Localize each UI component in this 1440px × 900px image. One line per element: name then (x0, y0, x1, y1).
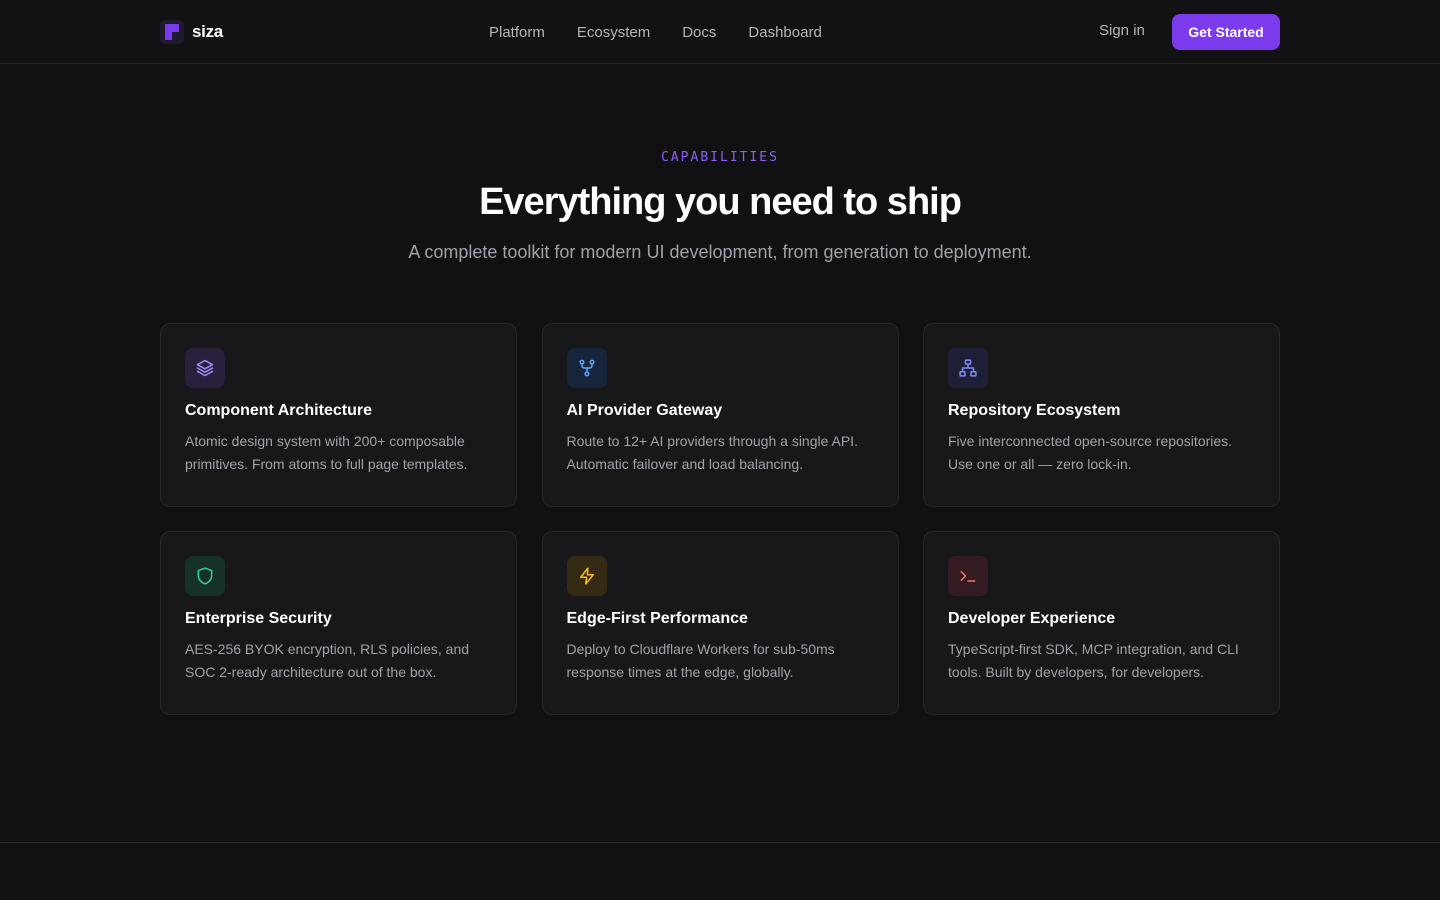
feature-title: AI Provider Gateway (566, 402, 723, 419)
feature-card-ai-provider-gateway: AI Provider Gateway Route to 12+ AI prov… (541, 323, 899, 507)
brand-name: siza (192, 22, 223, 41)
feature-title: Edge-First Performance (566, 610, 748, 627)
feature-description: TypeScript-first SDK, MCP integration, a… (948, 641, 1239, 680)
feature-card-repository-ecosystem: Repository Ecosystem Five interconnected… (923, 323, 1280, 507)
feature-card-edge-first-performance: Edge-First Performance Deploy to Cloudfl… (541, 531, 899, 715)
feature-description: Five interconnected open-source reposito… (948, 433, 1233, 472)
feature-description: AES-256 BYOK encryption, RLS policies, a… (185, 641, 470, 680)
feature-title: Repository Ecosystem (948, 402, 1121, 419)
feature-title: Component Architecture (185, 402, 372, 419)
logo-mark-icon (160, 20, 184, 44)
feature-card-component-architecture: Component Architecture Atomic design sys… (160, 323, 517, 507)
zap-icon (566, 556, 607, 596)
section-divider (0, 842, 1440, 843)
feature-grid: Component Architecture Atomic design sys… (160, 323, 1280, 715)
feature-title: Enterprise Security (185, 610, 332, 627)
layers-icon (185, 348, 225, 388)
nav-link-ecosystem[interactable]: Ecosystem (577, 24, 650, 41)
feature-description: Atomic design system with 200+ composabl… (185, 433, 468, 472)
feature-card-enterprise-security: Enterprise Security AES-256 BYOK encrypt… (160, 531, 517, 715)
sign-in-link[interactable]: Sign in (1099, 22, 1145, 39)
terminal-icon (948, 556, 988, 596)
section-eyebrow: CAPABILITIES (661, 150, 779, 165)
nav-link-docs[interactable]: Docs (682, 24, 716, 41)
nav-link-platform[interactable]: Platform (489, 24, 545, 41)
feature-title: Developer Experience (948, 610, 1116, 627)
feature-description: Deploy to Cloudflare Workers for sub-50m… (566, 641, 835, 680)
top-nav: siza Platform Ecosystem Docs Dashboard S… (0, 0, 1440, 64)
nav-link-dashboard[interactable]: Dashboard (748, 24, 821, 41)
shield-icon (185, 556, 225, 596)
network-icon (948, 348, 988, 388)
section-subtitle: A complete toolkit for modern UI develop… (408, 242, 1032, 262)
primary-nav: Platform Ecosystem Docs Dashboard (489, 0, 822, 64)
feature-card-developer-experience: Developer Experience TypeScript-first SD… (923, 531, 1280, 715)
feature-description: Route to 12+ AI providers through a sing… (566, 433, 858, 472)
get-started-button[interactable]: Get Started (1172, 14, 1280, 50)
section-title: Everything you need to ship (479, 181, 962, 223)
git-fork-icon (566, 348, 607, 388)
brand-logo[interactable]: siza (160, 20, 223, 44)
